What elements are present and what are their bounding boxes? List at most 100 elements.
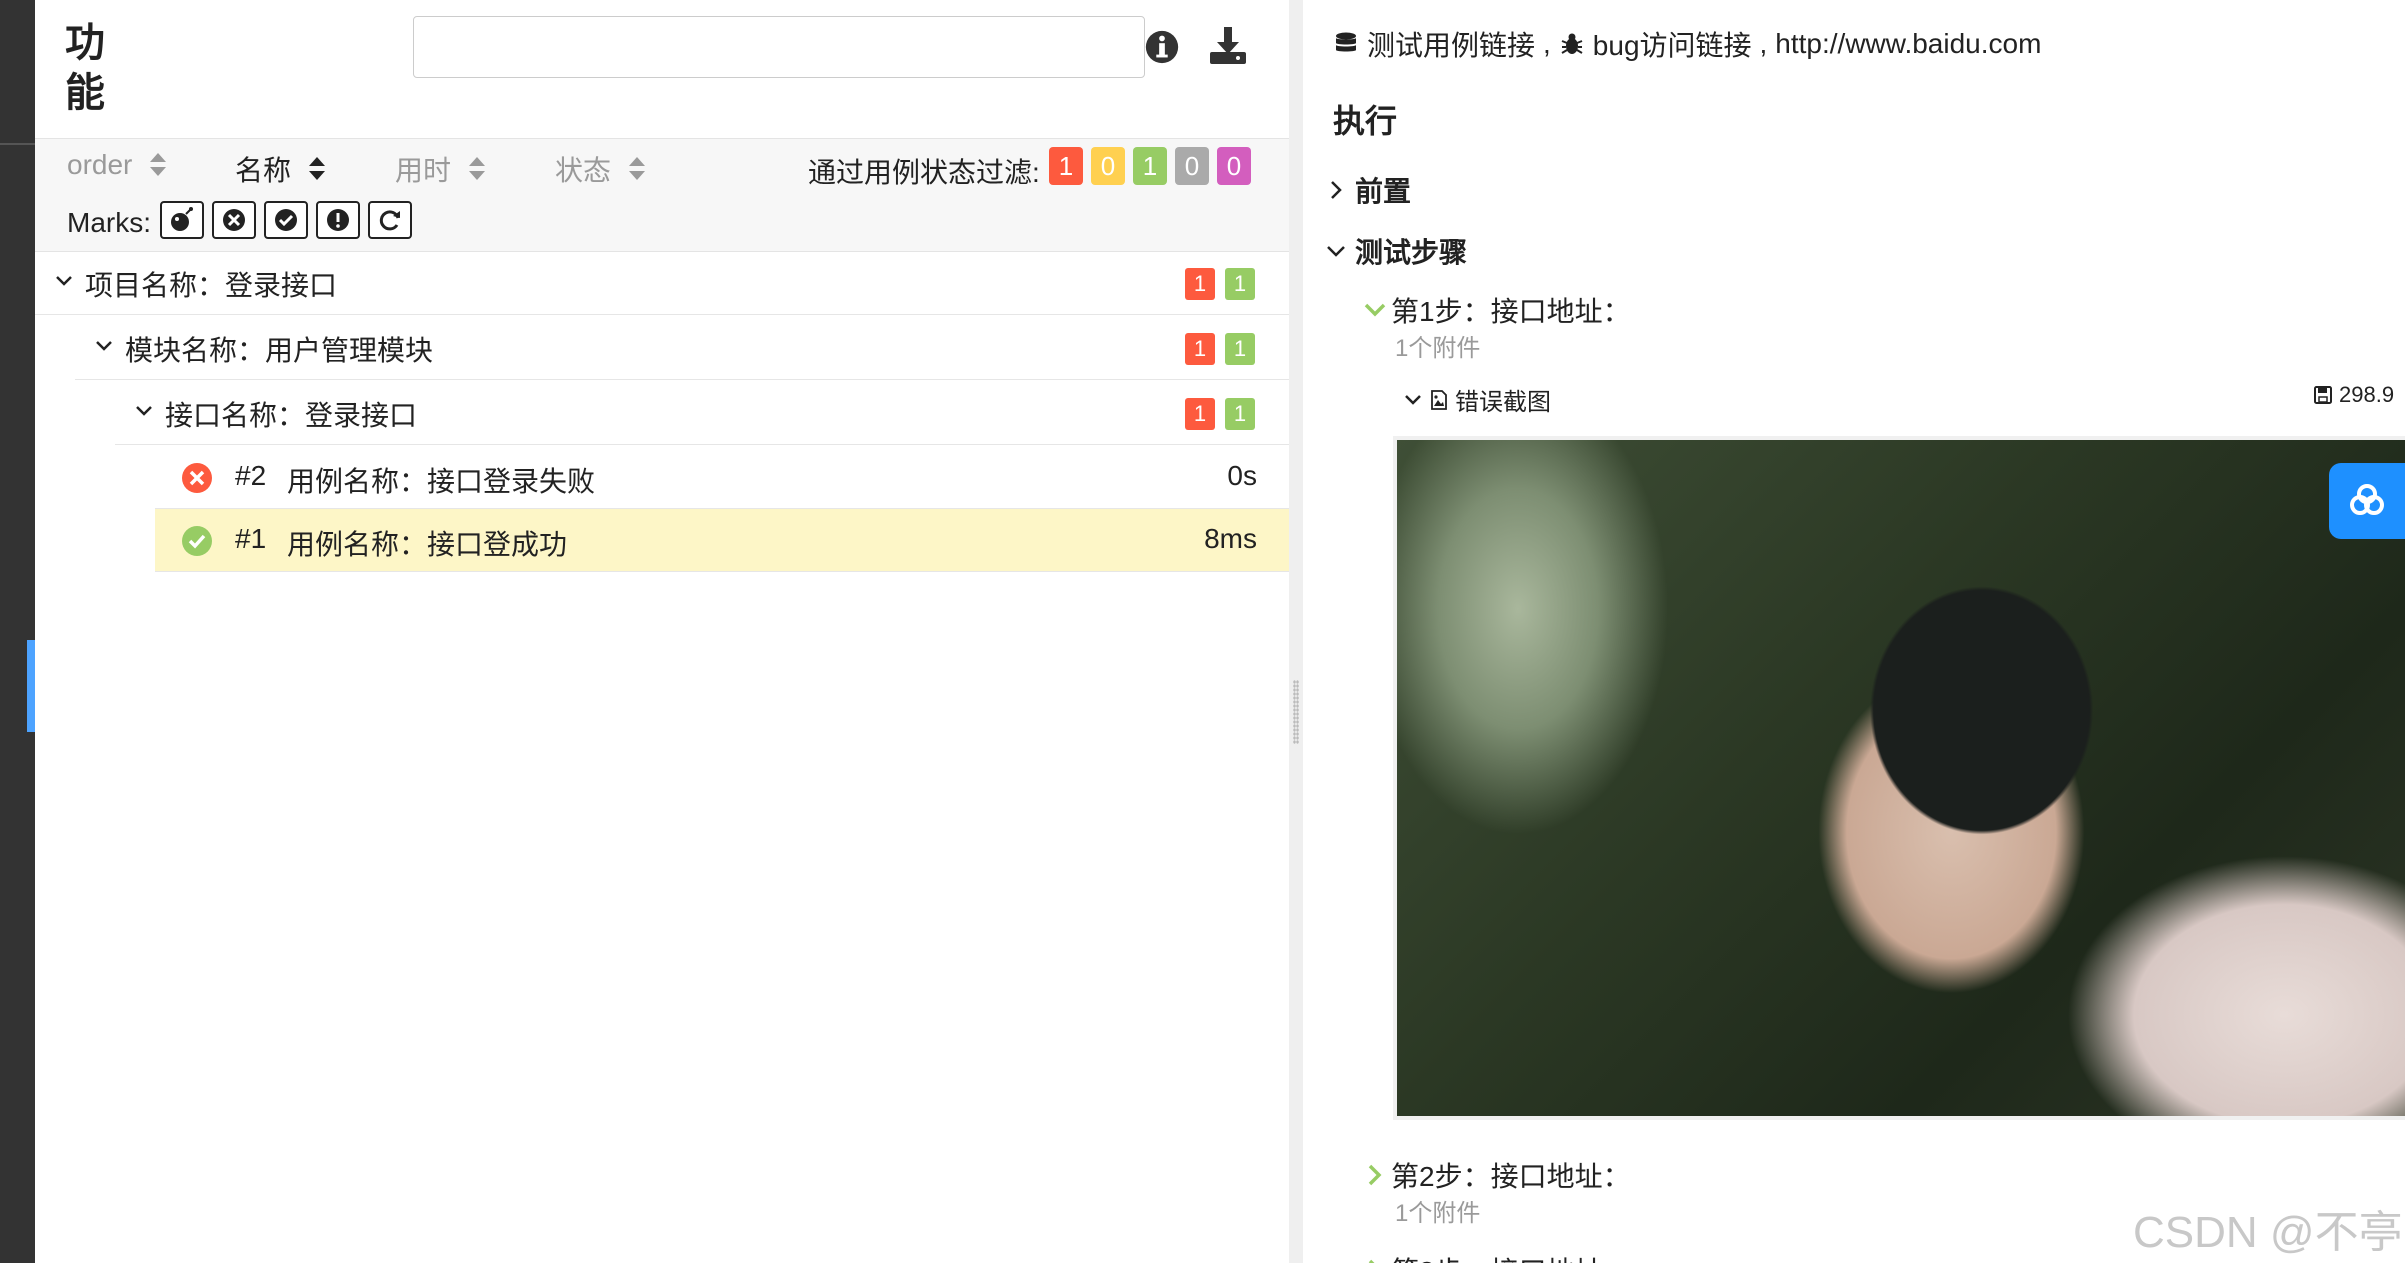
step-3[interactable]: 第3步：接口地址： [1363, 1250, 1631, 1263]
chevron-right-icon [1368, 1259, 1375, 1263]
step-attachment-count: 1个附件 [1395, 1200, 1481, 1227]
database-icon [1336, 32, 1356, 52]
pane-splitter[interactable] [1289, 0, 1303, 1263]
test-result-panel: 测试用例链接 , bug访问链接 , http://www.baidu.com … [1303, 0, 2405, 1263]
mark-new-passed-button[interactable] [264, 201, 308, 239]
test-case-row-selected[interactable]: #1 用例名称：接口登成功 8ms [155, 509, 1289, 572]
app-sidebar [0, 0, 35, 1263]
mark-flaky-button[interactable] [160, 201, 204, 239]
mark-retries-button[interactable] [368, 201, 412, 239]
chevron-down-icon [1405, 394, 1421, 405]
image-file-icon [1431, 389, 1447, 410]
chevron-down-icon [56, 276, 72, 286]
passed-count-badge: 1 [1225, 333, 1255, 365]
filter-skipped-badge[interactable]: 0 [1175, 147, 1209, 185]
exclamation-circle-icon [327, 209, 349, 231]
sort-name-label: 名称 [235, 155, 292, 186]
chevron-right-icon [1331, 181, 1342, 199]
pane-title: 功能 [65, 21, 105, 115]
filter-passed-badge[interactable]: 1 [1133, 147, 1167, 185]
steps-label: 测试步骤 [1355, 237, 1468, 268]
passed-count-badge: 1 [1225, 268, 1255, 300]
sort-arrows-icon [469, 156, 486, 182]
links-separator: , [1543, 28, 1551, 59]
download-icon[interactable] [1207, 25, 1249, 67]
attachment-size: 298.9 [2313, 382, 2394, 408]
watermark: CSDN @不亭 [2133, 1208, 2403, 1257]
cloud-icon [2350, 484, 2384, 515]
attachment-size-value: 298.9 [2339, 382, 2395, 407]
test-case-number: #2 [235, 460, 267, 491]
tree-group-label: 项目名称：登录接口 [85, 270, 338, 301]
failed-status-icon [182, 463, 212, 493]
step-2[interactable]: 第2步：接口地址： [1363, 1155, 1631, 1195]
step-attachment-count: 1个附件 [1395, 335, 1481, 362]
mark-new-failed-button[interactable] [212, 201, 256, 239]
status-filter-label: 通过用例状态过滤: [808, 157, 1040, 188]
chevron-down-icon [1327, 246, 1345, 257]
testcase-link[interactable]: 测试用例链接 [1367, 24, 1535, 64]
chevron-down-icon [96, 341, 112, 351]
bomb-icon [171, 207, 193, 231]
sort-duration-label: 用时 [395, 155, 452, 186]
filter-broken-badge[interactable]: 0 [1091, 147, 1125, 185]
search-input[interactable] [413, 16, 1145, 78]
sort-duration[interactable]: 用时 [395, 149, 486, 189]
tree-group-label: 接口名称：登录接口 [165, 400, 418, 431]
tree-group-interface[interactable]: 接口名称：登录接口 1 1 [115, 380, 1289, 445]
filter-unknown-badge[interactable]: 0 [1217, 147, 1251, 185]
tree-group-module[interactable]: 模块名称：用户管理模块 1 1 [75, 315, 1289, 380]
test-case-name: 用例名称：接口登成功 [287, 529, 568, 560]
sort-arrows-icon [629, 156, 646, 182]
sort-order[interactable]: order [67, 149, 167, 181]
bug-icon [1561, 33, 1583, 54]
sort-arrows-icon [150, 152, 167, 178]
step-1[interactable]: 第1步：接口地址： [1363, 290, 1631, 330]
refresh-icon [379, 210, 400, 231]
times-circle-icon [223, 209, 245, 231]
save-icon [2314, 386, 2332, 404]
sort-order-label: order [67, 149, 133, 180]
step-title: 第3步：接口地址： [1391, 1250, 1631, 1263]
test-case-row[interactable]: #2 用例名称：接口登录失败 0s [155, 446, 1289, 509]
failed-count-badge: 1 [1185, 333, 1215, 365]
sort-filter-toolbar: order 名称 用时 状态 通过用例状态过滤: 1 0 1 0 0 Marks… [35, 138, 1289, 252]
passed-status-icon [182, 526, 212, 556]
links-line: 测试用例链接 , bug访问链接 , http://www.baidu.com [1333, 24, 2041, 64]
step-title: 第2步：接口地址： [1391, 1161, 1631, 1192]
failed-count-badge: 1 [1185, 268, 1215, 300]
mark-new-broken-button[interactable] [316, 201, 360, 239]
tree-panel: 功能 order 名称 用时 状态 通过用例状态过滤: 1 0 1 0 0 Ma… [35, 0, 1289, 1263]
sidebar-active-indicator[interactable] [27, 640, 35, 732]
setup-toggle[interactable]: 前置 [1325, 170, 1411, 210]
cloud-floating-button[interactable] [2329, 463, 2405, 539]
step-title: 第1步：接口地址： [1391, 296, 1631, 327]
attachment-toggle[interactable]: 错误截图 [1403, 382, 1551, 417]
failed-count-badge: 1 [1185, 398, 1215, 430]
test-case-name: 用例名称：接口登录失败 [287, 466, 596, 497]
bug-link[interactable]: bug访问链接 [1593, 24, 1752, 64]
sort-arrows-icon [309, 156, 326, 182]
splitter-grip-icon[interactable] [1293, 680, 1299, 744]
chevron-down-icon [136, 406, 152, 416]
sort-name[interactable]: 名称 [235, 149, 326, 189]
chevron-right-icon [1368, 1164, 1382, 1186]
steps-toggle[interactable]: 测试步骤 [1325, 231, 1467, 271]
sort-status-label: 状态 [555, 155, 612, 186]
info-icon[interactable] [1143, 28, 1181, 66]
tree-group-project[interactable]: 项目名称：登录接口 1 1 [35, 250, 1289, 315]
sort-status[interactable]: 状态 [555, 149, 646, 189]
marks-label: Marks: [67, 207, 151, 238]
check-circle-icon [275, 209, 297, 231]
setup-label: 前置 [1355, 176, 1412, 207]
test-case-number: #1 [235, 523, 267, 554]
sidebar-divider [0, 143, 35, 145]
url-link[interactable]: http://www.baidu.com [1775, 28, 2041, 60]
chevron-down-icon [1364, 303, 1386, 317]
execution-section-title: 执行 [1333, 103, 1398, 139]
test-case-duration: 0s [1227, 460, 1257, 491]
screenshot-attachment-image [1393, 436, 2405, 1120]
filter-failed-badge[interactable]: 1 [1049, 147, 1083, 185]
tree-group-label: 模块名称：用户管理模块 [125, 335, 434, 366]
attachment-name: 错误截图 [1455, 389, 1551, 416]
